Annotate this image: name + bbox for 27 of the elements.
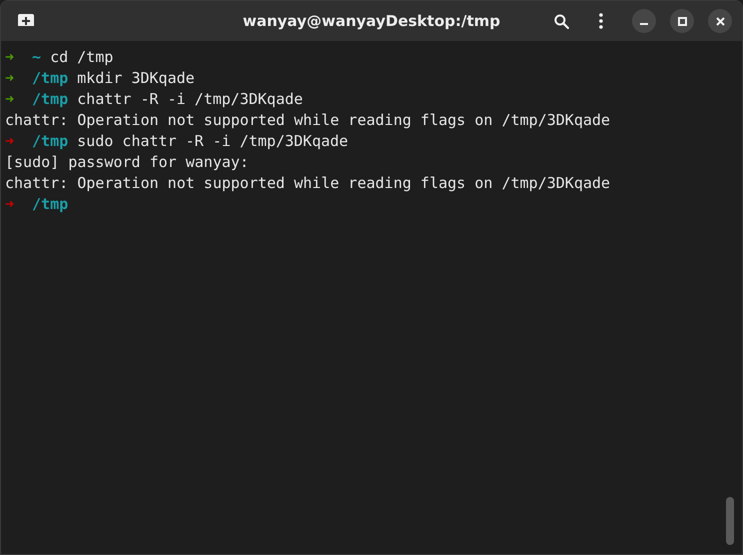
prompt-directory: ~ (32, 47, 42, 68)
prompt-arrow: ➜ (5, 68, 14, 89)
output-text: chattr: Operation not supported while reading flags on /tmp/3DKqade (5, 173, 610, 194)
prompt-arrow: ➜ (5, 131, 14, 152)
search-icon (554, 14, 568, 28)
output-text: chattr: Operation not supported while reading flags on /tmp/3DKqade (5, 110, 610, 131)
prompt-arrow: ➜ (5, 89, 14, 110)
command-text: cd /tmp (50, 47, 114, 68)
prompt-arrow: ➜ (5, 47, 14, 68)
command-text: sudo chattr -R -i /tmp/3DKqade (77, 131, 348, 152)
close-icon (716, 16, 724, 26)
close-button[interactable] (708, 9, 732, 33)
command-text: chattr -R -i /tmp/3DKqade (77, 89, 303, 110)
prompt-directory: /tmp (32, 89, 68, 110)
minimize-button[interactable] (632, 9, 656, 33)
window-title: wanyay@wanyayDesktop:/tmp (242, 12, 500, 30)
prompt-directory: /tmp (32, 68, 68, 89)
maximize-icon (678, 16, 686, 26)
menu-icon (599, 13, 603, 29)
prompt-arrow: ➜ (5, 194, 14, 215)
output-text: [sudo] password for wanyay: (5, 152, 249, 173)
new-tab-icon (18, 14, 34, 28)
prompt-directory: /tmp (32, 131, 68, 152)
prompt-directory: /tmp (32, 194, 68, 215)
maximize-button[interactable] (670, 9, 694, 33)
scrollbar-thumb[interactable] (726, 497, 734, 545)
command-text: mkdir 3DKqade (77, 68, 195, 89)
